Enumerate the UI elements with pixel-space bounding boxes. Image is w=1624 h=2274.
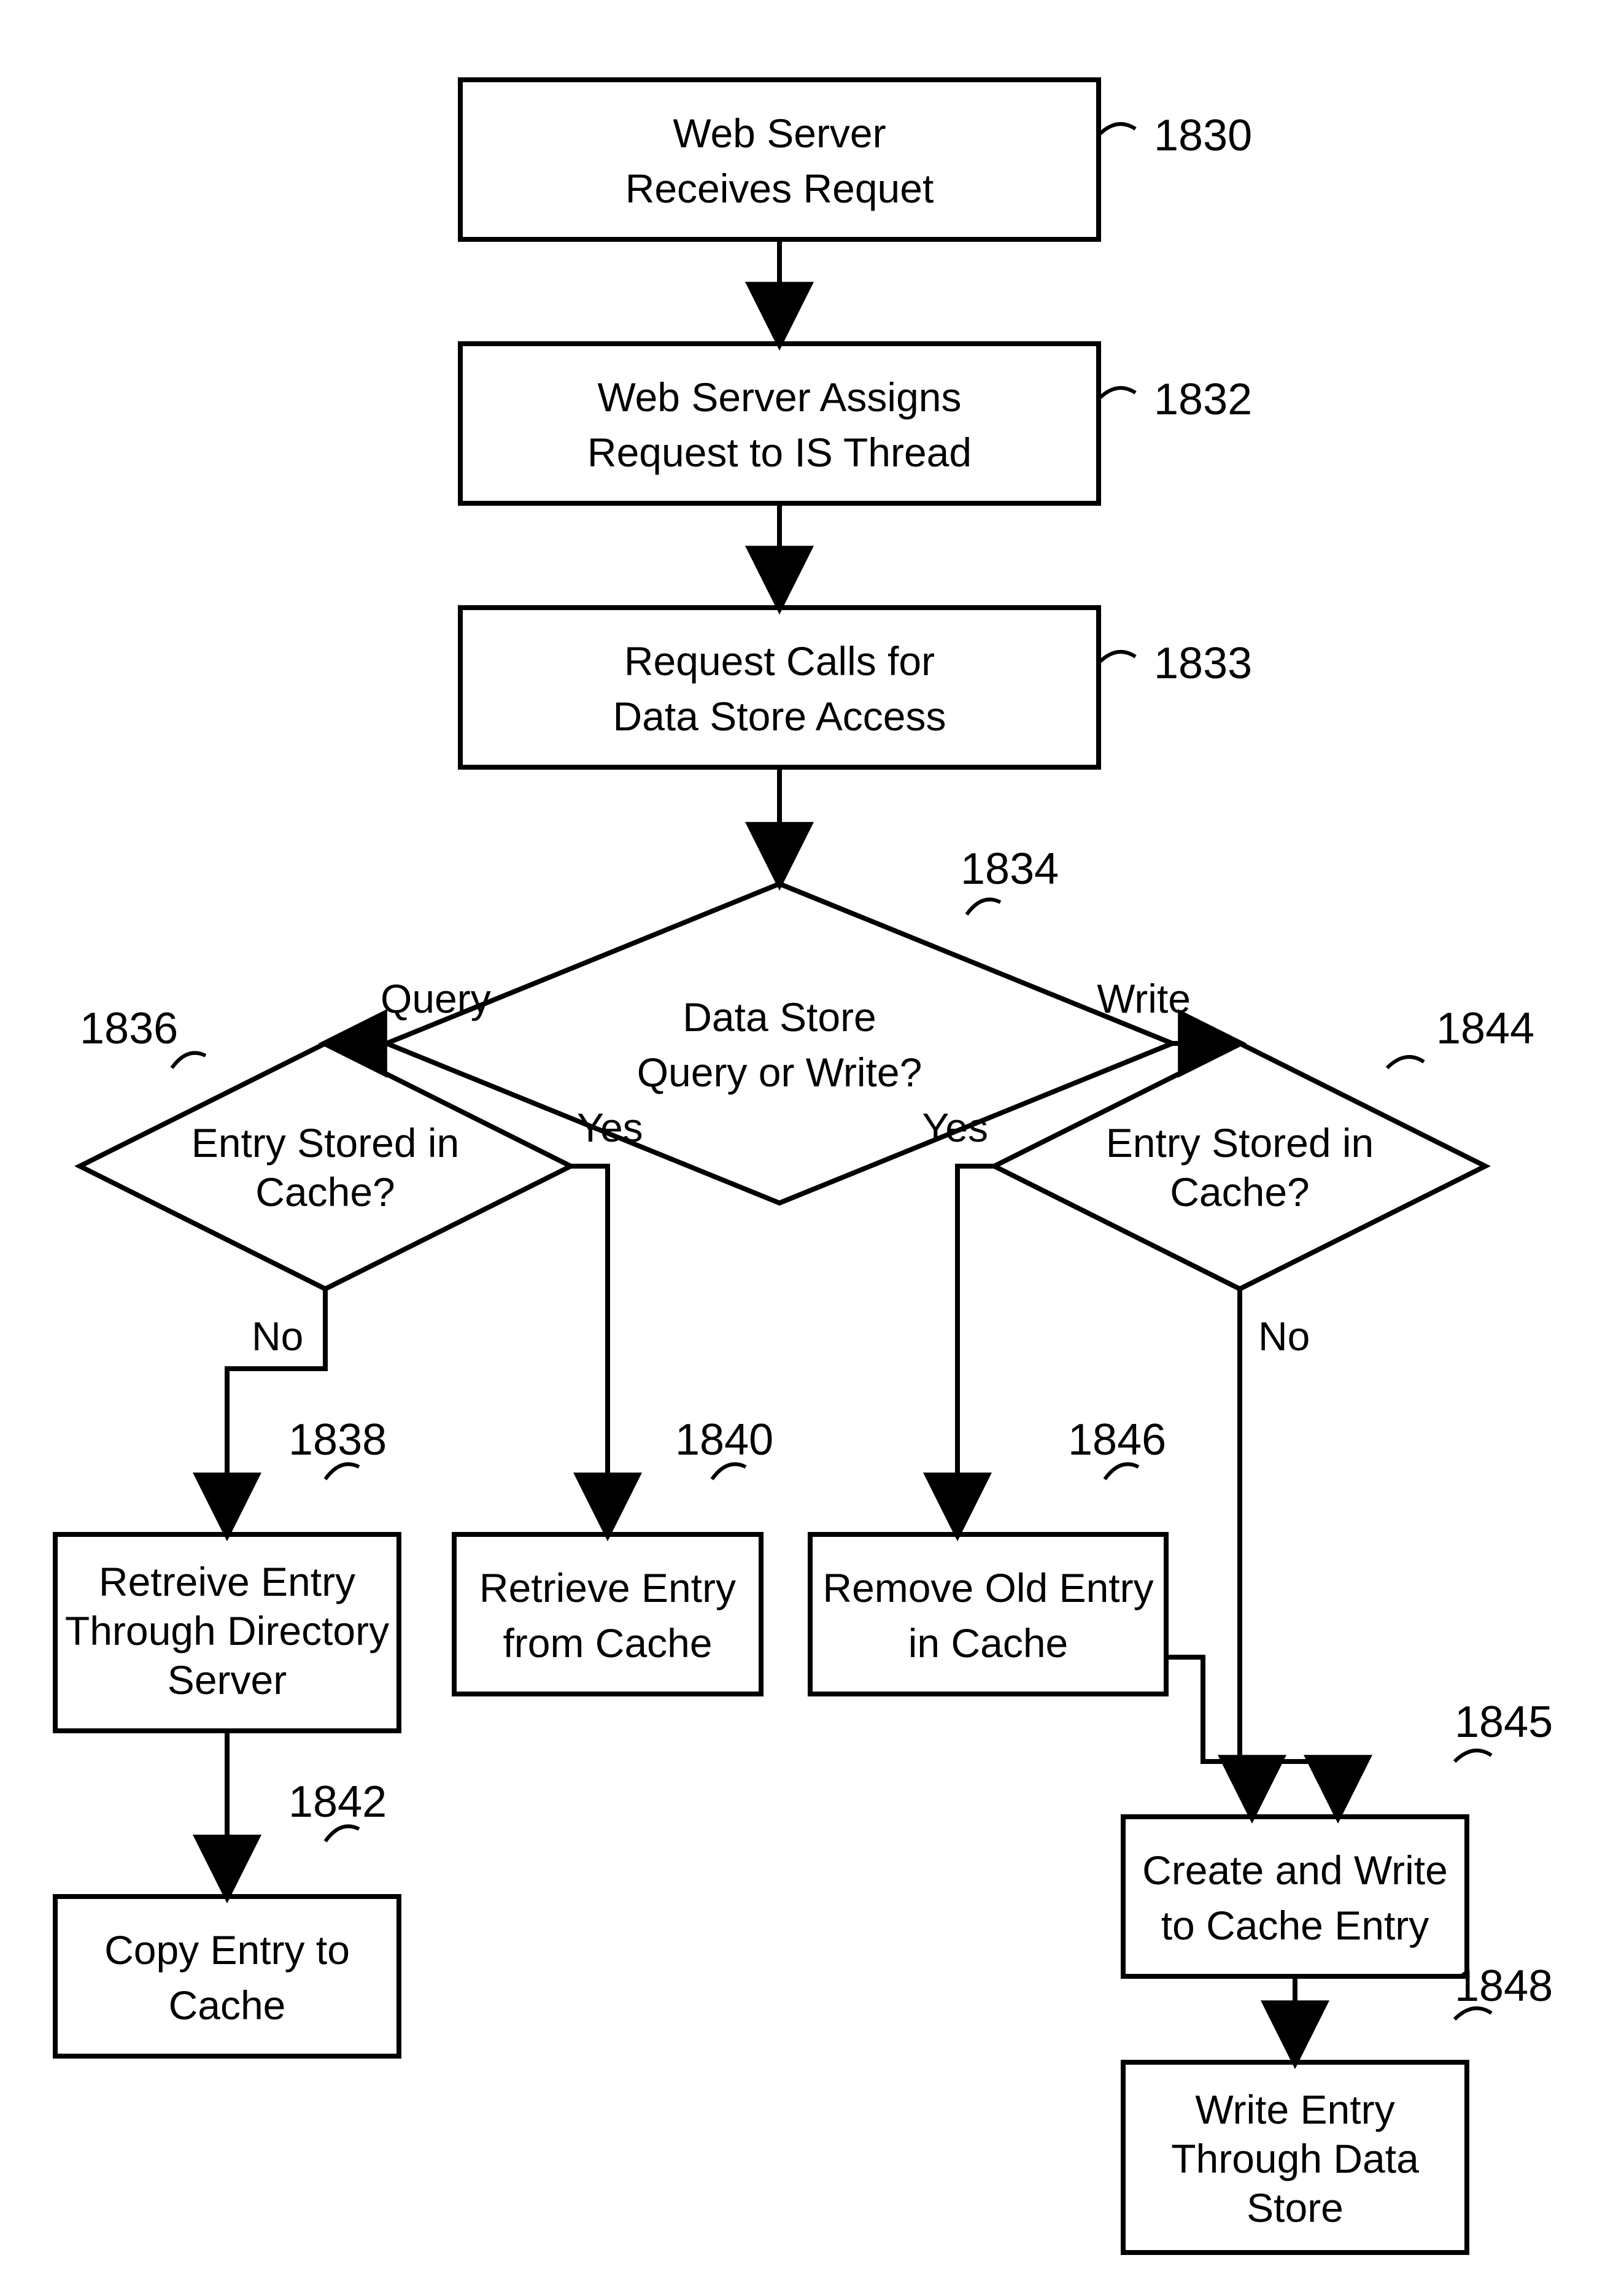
node-1840-ref: 1840 xyxy=(675,1415,773,1464)
node-1834-line1: Data Store xyxy=(682,994,876,1040)
edge-label-no-right: No xyxy=(1258,1313,1310,1359)
node-1832-ref: 1832 xyxy=(1154,375,1252,424)
node-1845-line2: to Cache Entry xyxy=(1161,1903,1429,1948)
node-1844-line2: Cache? xyxy=(1170,1169,1310,1215)
node-1846-ref: 1846 xyxy=(1068,1415,1166,1464)
node-1838-line2: Through Directory xyxy=(65,1608,389,1653)
node-1844-line1: Entry Stored in xyxy=(1106,1120,1374,1166)
node-1833-line2: Data Store Access xyxy=(613,694,946,739)
node-1834-line2: Query or Write? xyxy=(637,1050,922,1095)
node-1848-line2: Through Data xyxy=(1171,2136,1419,2181)
node-1838-ref: 1838 xyxy=(288,1415,387,1464)
edge-label-no-left: No xyxy=(252,1313,303,1359)
edge-1836-1840 xyxy=(571,1166,608,1534)
node-1834-ref: 1834 xyxy=(961,845,1059,894)
node-1848: Write Entry Through Data Store 1848 xyxy=(1123,1962,1553,2253)
edge-label-query: Query xyxy=(381,976,491,1021)
node-1832-line1: Web Server Assigns xyxy=(597,374,961,420)
node-1840-line1: Retrieve Entry xyxy=(479,1565,736,1611)
node-1840-line2: from Cache xyxy=(503,1620,712,1666)
node-1836-line1: Entry Stored in xyxy=(191,1120,460,1166)
node-1840: Retrieve Entry from Cache 1840 xyxy=(454,1415,773,1694)
node-1846: Remove Old Entry in Cache 1846 xyxy=(810,1415,1166,1694)
edge-label-write: Write xyxy=(1097,976,1191,1021)
node-1830: Web Server Receives Requet 1830 xyxy=(460,80,1252,239)
node-1832: Web Server Assigns Request to IS Thread … xyxy=(460,344,1252,503)
node-1846-line1: Remove Old Entry xyxy=(822,1565,1153,1611)
node-1845-line1: Create and Write xyxy=(1142,1847,1448,1893)
node-1845: Create and Write to Cache Entry 1845 xyxy=(1123,1698,1553,1976)
node-1848-line3: Store xyxy=(1247,2185,1344,2230)
edge-label-yes-left: Yes xyxy=(577,1105,643,1150)
node-1830-ref: 1830 xyxy=(1154,111,1252,160)
node-1830-line1: Web Server xyxy=(673,110,886,156)
node-1832-line2: Request to IS Thread xyxy=(587,430,972,475)
node-1848-ref: 1848 xyxy=(1455,1962,1553,2011)
node-1838-line3: Server xyxy=(168,1657,287,1703)
node-1836-ref: 1836 xyxy=(80,1004,178,1053)
node-1848-line1: Write Entry xyxy=(1195,2087,1394,2132)
node-1838-line1: Retreive Entry xyxy=(99,1559,355,1604)
node-1842-ref: 1842 xyxy=(288,1777,387,1827)
edge-label-yes-right: Yes xyxy=(922,1105,988,1150)
edge-1844-1846 xyxy=(957,1166,994,1534)
flowchart-canvas: Web Server Receives Requet 1830 Web Serv… xyxy=(0,0,1624,2274)
node-1833-line1: Request Calls for xyxy=(624,638,935,684)
edge-1844-1845 xyxy=(1240,1289,1338,1817)
node-1833-ref: 1833 xyxy=(1154,639,1252,688)
node-1845-ref: 1845 xyxy=(1455,1698,1553,1747)
node-1844-ref: 1844 xyxy=(1436,1004,1534,1053)
node-1842-line1: Copy Entry to xyxy=(104,1927,350,1973)
node-1846-line2: in Cache xyxy=(908,1620,1069,1666)
node-1830-line2: Receives Requet xyxy=(625,166,934,211)
node-1836-line2: Cache? xyxy=(255,1169,395,1215)
node-1842-line2: Cache xyxy=(169,1982,286,2028)
node-1833: Request Calls for Data Store Access 1833 xyxy=(460,608,1252,767)
